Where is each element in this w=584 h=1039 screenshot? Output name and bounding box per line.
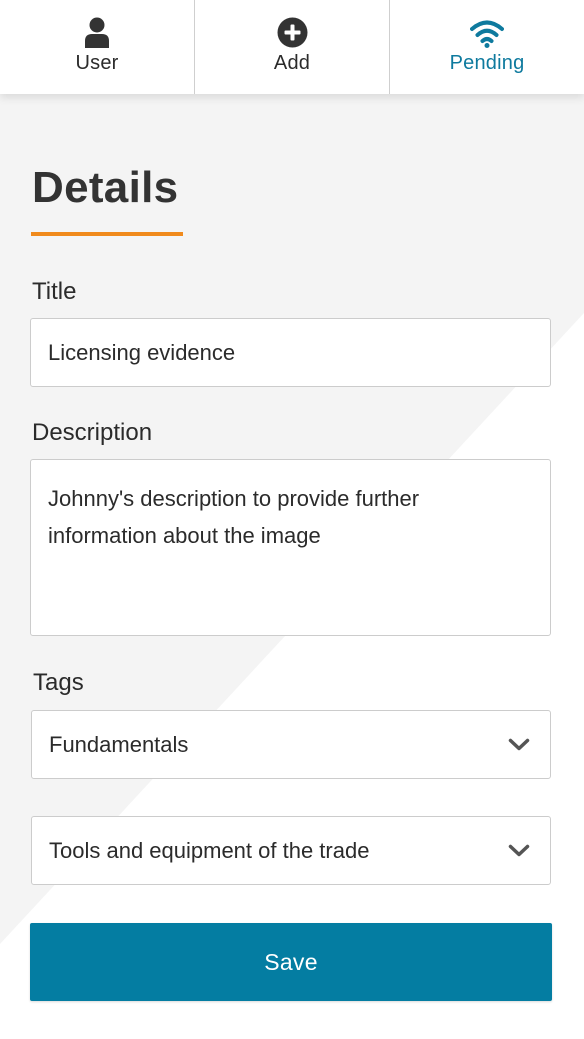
tag-select-2[interactable]: Tools and equipment of the trade (31, 816, 551, 885)
title-underline (31, 232, 183, 236)
nav-item-user[interactable]: User (0, 0, 194, 94)
tag-select-1-value: Fundamentals (49, 731, 189, 757)
save-button[interactable]: Save (30, 923, 552, 1001)
plus-circle-icon (275, 16, 309, 48)
chevron-down-icon (508, 732, 530, 758)
details-form: Details Title Description Johnny's descr… (30, 94, 552, 1001)
description-label: Description (32, 419, 153, 446)
nav-label-pending: Pending (449, 52, 525, 74)
nav-label-add: Add (273, 52, 311, 74)
tags-label: Tags (33, 669, 84, 696)
user-icon (80, 16, 114, 48)
description-textarea[interactable]: Johnny's description to provide further … (30, 459, 551, 636)
page-title: Details (32, 163, 179, 212)
wifi-icon (470, 16, 504, 48)
title-input[interactable] (30, 318, 551, 387)
nav-label-user: User (75, 52, 119, 74)
chevron-down-icon (508, 838, 530, 864)
title-label: Title (32, 278, 77, 305)
nav-item-pending[interactable]: Pending (389, 0, 584, 94)
tag-select-2-value: Tools and equipment of the trade (49, 837, 370, 863)
tag-select-1[interactable]: Fundamentals (31, 710, 551, 779)
top-navigation: User Add Pending (0, 0, 584, 94)
nav-item-add[interactable]: Add (194, 0, 389, 94)
